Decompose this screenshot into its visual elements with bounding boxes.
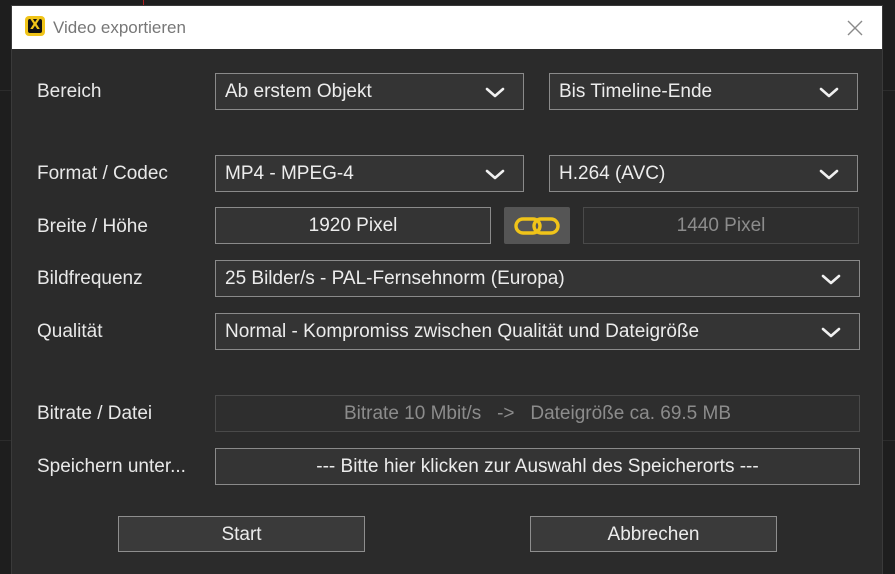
range-end-value: Bis Timeline-Ende bbox=[559, 81, 713, 102]
height-field: 1440 Pixel bbox=[583, 207, 859, 244]
chevron-down-icon bbox=[819, 169, 839, 180]
range-end-dropdown[interactable]: Bis Timeline-Ende bbox=[549, 73, 858, 110]
framerate-value: 25 Bilder/s - PAL-Fernsehnorm (Europa) bbox=[225, 268, 565, 289]
start-button-label: Start bbox=[221, 524, 262, 545]
chevron-down-icon bbox=[821, 327, 841, 338]
container-format-dropdown[interactable]: MP4 - MPEG-4 bbox=[215, 155, 524, 192]
quality-value: Normal - Kompromiss zwischen Qualität un… bbox=[225, 321, 700, 342]
format-label: Format / Codec bbox=[37, 163, 168, 184]
background-line bbox=[883, 440, 895, 441]
aspect-link-toggle[interactable] bbox=[504, 207, 570, 244]
range-start-value: Ab erstem Objekt bbox=[225, 81, 372, 102]
save-location-picker[interactable]: --- Bitte hier klicken zur Auswahl des S… bbox=[215, 448, 860, 485]
cancel-button-label: Abbrechen bbox=[607, 524, 700, 545]
save-location-label: Speichern unter... bbox=[37, 456, 186, 477]
size-label: Breite / Höhe bbox=[37, 216, 148, 237]
window-title: Video exportieren bbox=[53, 18, 186, 37]
range-start-dropdown[interactable]: Ab erstem Objekt bbox=[215, 73, 524, 110]
framerate-label: Bildfrequenz bbox=[37, 268, 143, 289]
title-bar: X Video exportieren bbox=[12, 6, 882, 49]
cancel-button[interactable]: Abbrechen bbox=[530, 516, 777, 552]
bitrate-info-field: Bitrate 10 Mbit/s -> Dateigröße ca. 69.5… bbox=[215, 395, 860, 432]
chevron-down-icon bbox=[485, 169, 505, 180]
chevron-down-icon bbox=[821, 274, 841, 285]
codec-value: H.264 (AVC) bbox=[559, 163, 666, 184]
width-field[interactable]: 1920 Pixel bbox=[215, 207, 491, 244]
range-label: Bereich bbox=[37, 81, 102, 102]
codec-dropdown[interactable]: H.264 (AVC) bbox=[549, 155, 858, 192]
framerate-dropdown[interactable]: 25 Bilder/s - PAL-Fernsehnorm (Europa) bbox=[215, 260, 860, 297]
export-video-dialog: X Video exportieren Bereich Ab erstem Ob… bbox=[12, 6, 882, 574]
height-value: 1440 Pixel bbox=[676, 215, 766, 236]
chevron-down-icon bbox=[485, 87, 505, 98]
chain-link-icon bbox=[514, 217, 560, 235]
app-logo-glyph: X bbox=[29, 18, 41, 33]
background-line bbox=[883, 90, 895, 91]
container-format-value: MP4 - MPEG-4 bbox=[225, 163, 354, 184]
app-logo-icon: X bbox=[25, 16, 45, 36]
quality-dropdown[interactable]: Normal - Kompromiss zwischen Qualität un… bbox=[215, 313, 860, 350]
save-location-value: --- Bitte hier klicken zur Auswahl des S… bbox=[316, 456, 759, 477]
width-value: 1920 Pixel bbox=[308, 215, 398, 236]
quality-label: Qualität bbox=[37, 321, 103, 342]
chevron-down-icon bbox=[819, 87, 839, 98]
close-icon bbox=[847, 20, 863, 36]
close-button[interactable] bbox=[840, 14, 870, 42]
bitrate-info-value: Bitrate 10 Mbit/s -> Dateigröße ca. 69.5… bbox=[343, 403, 732, 424]
bitrate-label: Bitrate / Datei bbox=[37, 403, 153, 424]
background-line bbox=[0, 440, 12, 441]
background-line bbox=[0, 90, 12, 91]
start-button[interactable]: Start bbox=[118, 516, 365, 552]
